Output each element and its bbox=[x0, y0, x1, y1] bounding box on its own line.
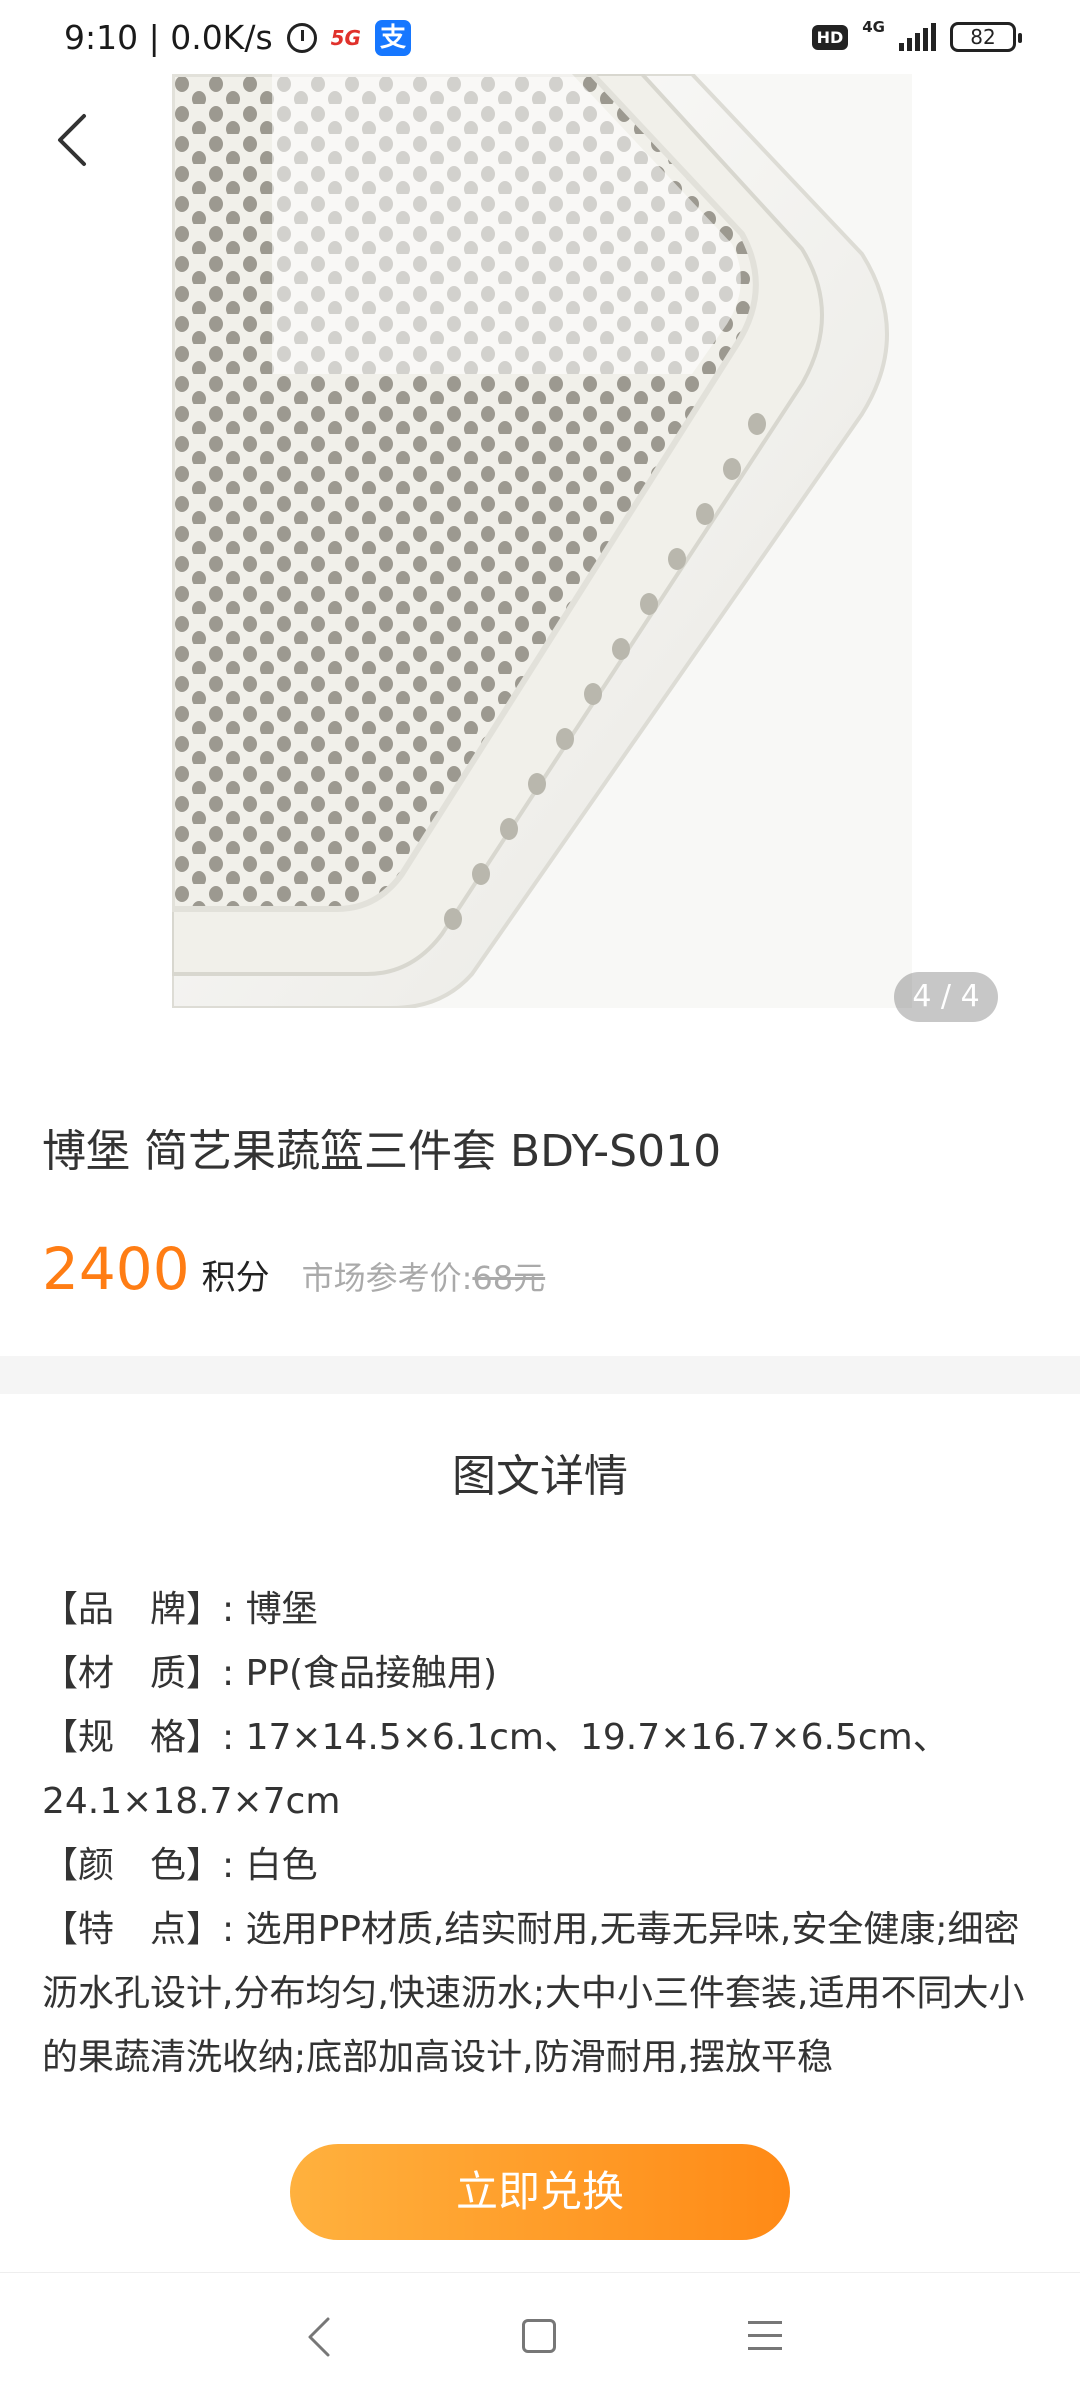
nav-home-button[interactable] bbox=[522, 2319, 556, 2353]
status-time: 9:10 | 0.0K/s bbox=[64, 18, 273, 57]
spec-material: 【材 质】: PP(食品接触用) bbox=[42, 1653, 498, 1694]
detail-heading: 图文详情 bbox=[452, 1451, 628, 1502]
product-gallery[interactable]: 4 / 4 bbox=[0, 0, 1080, 1030]
battery-icon: 82 bbox=[950, 22, 1022, 52]
alarm-icon bbox=[286, 22, 317, 53]
spec-brand: 【品 牌】: 博堡 bbox=[42, 1589, 318, 1630]
back-button[interactable] bbox=[44, 108, 108, 172]
nav-back-icon bbox=[308, 2317, 330, 2357]
spec-size: 【规 格】: 17×14.5×6.1cm、19.7×16.7×6.5cm、24.… bbox=[42, 1717, 949, 1822]
hd-icon: HD bbox=[811, 24, 849, 50]
status-bar: 9:10 | 0.0K/s 5G 支 HD 4G 82 bbox=[0, 0, 1080, 74]
network-type: 4G bbox=[862, 18, 885, 36]
spec-color: 【颜 色】: 白色 bbox=[42, 1845, 318, 1886]
spec-list[interactable]: 【品 牌】: 博堡 【材 质】: PP(食品接触用) 【规 格】: 17×14.… bbox=[42, 1578, 1042, 2108]
market-price: 68元 bbox=[472, 1259, 546, 1297]
alipay-icon: 支 bbox=[374, 19, 411, 56]
nav-menu-button[interactable] bbox=[748, 2321, 782, 2351]
price-row: 2400 积分 市场参考价: 68元 bbox=[42, 1235, 545, 1303]
spec-features: 【特 点】: 选用PP材质,结实耐用,无毒无异味,安全健康;细密沥水孔设计,分布… bbox=[42, 1909, 1025, 2078]
gallery-page-indicator: 4 / 4 bbox=[894, 972, 998, 1022]
signal-icon bbox=[899, 23, 936, 51]
product-title: 博堡 简艺果蔬篮三件套 BDY-S010 bbox=[42, 1126, 722, 1177]
redeem-button[interactable]: 立即兑换 bbox=[290, 2144, 790, 2240]
cta-area: 立即兑换 bbox=[0, 2112, 1080, 2272]
points-price: 2400 bbox=[42, 1235, 190, 1303]
system-nav-bar bbox=[0, 2272, 1080, 2400]
market-price-label: 市场参考价: bbox=[301, 1259, 473, 1297]
points-unit: 积分 bbox=[201, 1258, 270, 1298]
5g-icon: 5G bbox=[330, 25, 361, 50]
chevron-left-icon bbox=[58, 114, 86, 166]
product-image bbox=[172, 74, 912, 1008]
nav-back-button[interactable] bbox=[300, 2313, 340, 2361]
section-divider bbox=[0, 1356, 1080, 1394]
